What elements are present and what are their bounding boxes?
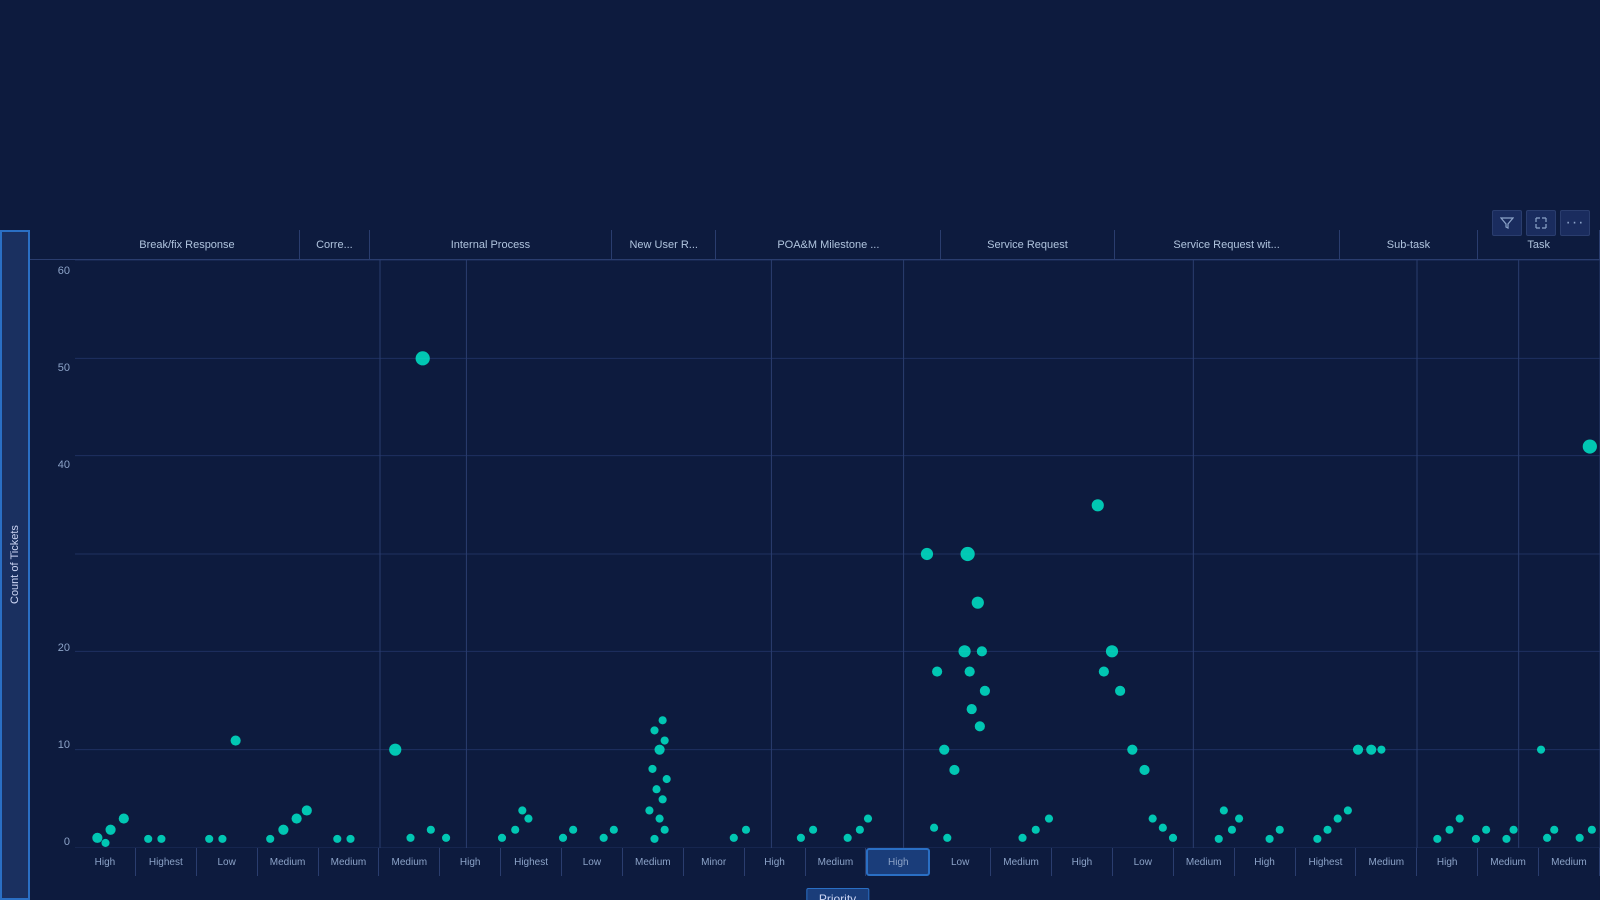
x-label-sr-medium: Medium: [1174, 848, 1235, 876]
x-label-srwith-high: High: [1235, 848, 1296, 876]
expand-button[interactable]: [1526, 210, 1556, 236]
x-label-breakfix-high: High: [75, 848, 136, 876]
x-label-newuser-medium: Medium: [806, 848, 867, 876]
col-header-newuser: New User R...: [612, 230, 716, 259]
y-tick-60: 60: [30, 265, 70, 277]
x-label-internal-high: High: [440, 848, 501, 876]
x-label-sr-high: High: [1052, 848, 1113, 876]
y-numbers-spacer: [30, 230, 75, 259]
x-label-internal-low: Low: [562, 848, 623, 876]
x-label-poam-high: High: [866, 848, 930, 876]
x-label-poam-low: Low: [930, 848, 991, 876]
y-axis: 60 50 40 20 10 0: [30, 260, 75, 848]
x-label-poam-medium: Medium: [991, 848, 1052, 876]
x-label-newuser-high: High: [745, 848, 806, 876]
col-header-srwith: Service Request wit...: [1115, 230, 1340, 259]
col-header-breakfix: Break/fix Response: [75, 230, 300, 259]
x-label-subtask-medium: Medium: [1478, 848, 1539, 876]
y-tick-10: 10: [30, 739, 70, 751]
x-label-breakfix-highest: Highest: [136, 848, 197, 876]
y-tick-20b: 20: [30, 642, 70, 654]
filter-button[interactable]: [1492, 210, 1522, 236]
chart-area: Break/fix Response Corre... Internal Pro…: [30, 230, 1600, 900]
priority-badge: Priority: [806, 888, 869, 900]
top-area: [0, 0, 1600, 230]
y-tick-50: 50: [30, 362, 70, 374]
scatter-canvas: [75, 260, 1600, 848]
y-axis-label: Count of Tickets: [0, 230, 30, 900]
y-tick-40: 40: [30, 459, 70, 471]
col-header-poam: POA&M Milestone ...: [716, 230, 941, 259]
x-label-breakfix-low: Low: [197, 848, 258, 876]
toolbar: ···: [1492, 210, 1590, 236]
x-label-breakfix-medium1: Medium: [258, 848, 319, 876]
x-label-srwith-highest: Highest: [1296, 848, 1357, 876]
x-label-sr-low: Low: [1113, 848, 1174, 876]
col-header-subtask: Sub-task: [1340, 230, 1479, 259]
column-headers: Break/fix Response Corre... Internal Pro…: [30, 230, 1600, 260]
x-axis-spacer: [30, 848, 75, 876]
y-tick-0: 0: [30, 836, 70, 848]
x-label-corre-medium: Medium: [379, 848, 440, 876]
col-header-corre: Corre...: [300, 230, 370, 259]
x-labels: High Highest Low Medium Medium Medium Hi…: [75, 848, 1600, 876]
x-label-task-medium: Medium: [1539, 848, 1600, 876]
col-header-internal: Internal Process: [370, 230, 612, 259]
x-label-internal-medium: Medium: [623, 848, 684, 876]
chart-container: Count of Tickets Break/fix Response Corr…: [0, 230, 1600, 900]
x-label-srwith-medium: Medium: [1356, 848, 1417, 876]
x-label-breakfix-medium2: Medium: [319, 848, 380, 876]
x-label-internal-highest: Highest: [501, 848, 562, 876]
scatter-svg: [75, 260, 1600, 848]
x-label-subtask-high: High: [1417, 848, 1478, 876]
col-header-sr: Service Request: [941, 230, 1114, 259]
x-label-internal-minor: Minor: [684, 848, 745, 876]
priority-label-row: Priority: [30, 876, 1600, 900]
plot-area: 60 50 40 20 10 0: [30, 260, 1600, 848]
more-button[interactable]: ···: [1560, 210, 1590, 236]
x-axis-row: High Highest Low Medium Medium Medium Hi…: [30, 848, 1600, 876]
